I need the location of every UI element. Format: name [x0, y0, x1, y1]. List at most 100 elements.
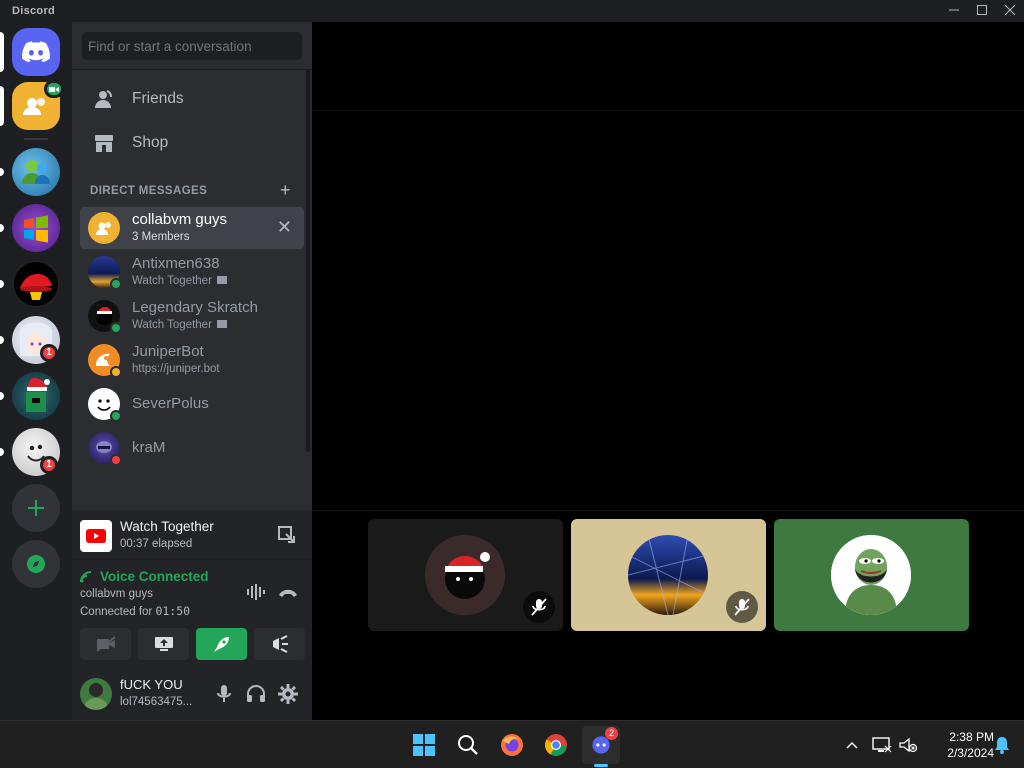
search-container [72, 22, 312, 70]
popout-activity-button[interactable] [278, 526, 296, 549]
christmas-avatar-icon [26, 378, 50, 412]
disconnect-button[interactable] [278, 586, 298, 604]
clock-date: 2/3/2024 [947, 746, 994, 760]
close-dm-icon[interactable]: ✕ [277, 217, 292, 238]
participant-tile[interactable] [571, 519, 766, 631]
user-avatar[interactable] [80, 678, 112, 710]
discover-button[interactable] [12, 540, 60, 588]
maximize-button[interactable] [968, 0, 996, 22]
rail-separator [24, 138, 48, 140]
minimize-button[interactable] [940, 0, 968, 22]
activity-title: Watch Together [120, 519, 214, 534]
nav-friends[interactable]: Friends [80, 78, 304, 120]
compass-icon [27, 555, 45, 573]
voice-connected-time: Connected for 01:50 [80, 604, 191, 618]
activity-elapsed: 00:37 elapsed [120, 538, 193, 550]
chrome-icon [545, 734, 567, 756]
dm-name: JuniperBot [132, 343, 204, 360]
screen-share-icon [154, 637, 173, 651]
microphone-icon [217, 685, 231, 702]
server-msn[interactable] [12, 148, 60, 196]
clock[interactable]: 2:38 PM 2/3/2024 [920, 729, 994, 761]
sidebar-scrollbar[interactable] [306, 70, 310, 452]
rocket-icon [213, 637, 229, 652]
firefox-button[interactable] [496, 729, 528, 761]
muted-indicator [523, 591, 555, 623]
waveform-icon [247, 584, 265, 600]
nav-shop[interactable]: Shop [80, 122, 304, 164]
voice-status[interactable]: Voice Connected [100, 569, 209, 584]
dm-item[interactable]: JuniperBot https://juniper.bot [80, 339, 304, 381]
windows-taskbar: 2 2:38 PM 2/3/2024 [0, 720, 1024, 768]
user-settings-button[interactable] [278, 684, 298, 709]
dm-item[interactable]: Antixmen638 Watch Together [80, 251, 304, 293]
status-online-indicator [110, 322, 122, 334]
minimize-icon [949, 9, 959, 11]
title-bar: Discord [0, 0, 1024, 22]
group-dm-collabvm[interactable] [12, 80, 64, 130]
shop-icon [92, 131, 116, 155]
activity-launch-button[interactable] [196, 628, 247, 660]
mic-muted-icon [734, 598, 750, 616]
muted-indicator [726, 591, 758, 623]
dm-item[interactable]: kraM [80, 427, 304, 469]
participant-avatar [425, 535, 505, 615]
deafen-button[interactable] [246, 684, 266, 709]
dm-item[interactable]: collabvm guys 3 Members ✕ [80, 207, 304, 249]
close-window-button[interactable] [996, 0, 1024, 22]
dm-subtext: 3 Members [132, 231, 190, 243]
mute-button[interactable] [216, 684, 232, 709]
gear-icon [278, 684, 298, 704]
notifications-button[interactable] [986, 729, 1018, 761]
dm-item[interactable]: Legendary Skratch Watch Together [80, 295, 304, 337]
tray-overflow-button[interactable] [836, 729, 868, 761]
dm-subtext: https://juniper.bot [132, 363, 220, 375]
server-redhat[interactable] [12, 260, 60, 308]
noise-suppression-button[interactable] [246, 584, 266, 605]
dm-section-header: DIRECT MESSAGES [90, 185, 208, 197]
activity-panel: Watch Together 00:37 elapsed [72, 510, 312, 560]
signal-icon [80, 570, 94, 588]
selection-pill [0, 32, 4, 72]
header-divider [312, 110, 1024, 111]
status-online-indicator [110, 278, 122, 290]
selection-pill [0, 86, 4, 126]
voice-channel[interactable]: collabvm guys [80, 588, 153, 600]
app-title: Discord [12, 5, 56, 17]
dm-name: Antixmen638 [132, 255, 220, 272]
participant-tile[interactable] [774, 519, 969, 631]
unread-pill [0, 280, 4, 288]
voice-panel: Voice Connected collabvm guys Connected … [72, 560, 312, 668]
dm-name: Legendary Skratch [132, 299, 258, 316]
discord-taskbar-button[interactable]: 2 [582, 726, 620, 767]
maximize-icon [977, 5, 987, 15]
dm-item[interactable]: SeverPolus [80, 383, 304, 425]
start-button[interactable] [408, 729, 440, 761]
mic-muted-icon [531, 598, 547, 616]
search-input[interactable] [82, 32, 302, 60]
chrome-button[interactable] [540, 729, 572, 761]
activity-icon [217, 320, 228, 328]
server-rail: 1 1 [0, 22, 72, 720]
redhat-icon [20, 274, 52, 300]
search-button[interactable] [452, 729, 484, 761]
unread-pill [0, 392, 4, 400]
camera-toggle-button[interactable] [80, 628, 131, 660]
add-server-button[interactable] [12, 484, 60, 532]
status-dnd-indicator [110, 454, 122, 466]
server-windows[interactable] [12, 204, 60, 252]
screen-share-button[interactable] [138, 628, 189, 660]
search-icon [458, 735, 478, 755]
nav-shop-label: Shop [132, 134, 169, 151]
windows-start-icon [413, 734, 435, 756]
unread-pill [0, 168, 4, 176]
home-button[interactable] [12, 28, 60, 76]
dm-sidebar: Friends Shop DIRECT MESSAGES + collabvm … [72, 22, 312, 720]
create-dm-button[interactable]: + [280, 180, 291, 201]
user-panel: fUCK YOU lol74563475... [72, 668, 312, 720]
dm-subtext: Watch Together [132, 275, 228, 287]
soundboard-button[interactable] [254, 628, 305, 660]
server-christmas[interactable] [12, 372, 60, 420]
participant-tile[interactable] [368, 519, 563, 631]
discord-window: Discord 1 1 Find or start a conversation… [0, 0, 1024, 720]
